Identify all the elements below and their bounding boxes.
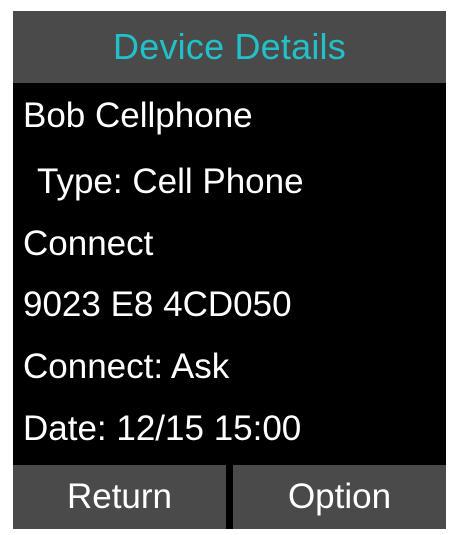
paired-date: Date: 12/15 15:00 <box>23 408 302 448</box>
softkey-bar: Return Option <box>13 465 446 529</box>
device-details-list: Bob Cellphone Type: Cell Phone Connect 9… <box>13 83 446 465</box>
page-title: Device Details <box>113 26 346 67</box>
device-address: 9023 E8 4CD050 <box>23 284 292 324</box>
device-type: Type: Cell Phone <box>37 161 304 201</box>
device-screen: Device Details Bob Cellphone Type: Cell … <box>13 11 446 529</box>
connect-mode: Connect: Ask <box>23 346 230 386</box>
connection-status: Connect <box>23 223 154 263</box>
header-bar: Device Details <box>13 11 446 83</box>
device-name: Bob Cellphone <box>23 95 253 135</box>
return-button[interactable]: Return <box>13 465 226 529</box>
option-button[interactable]: Option <box>233 465 446 529</box>
